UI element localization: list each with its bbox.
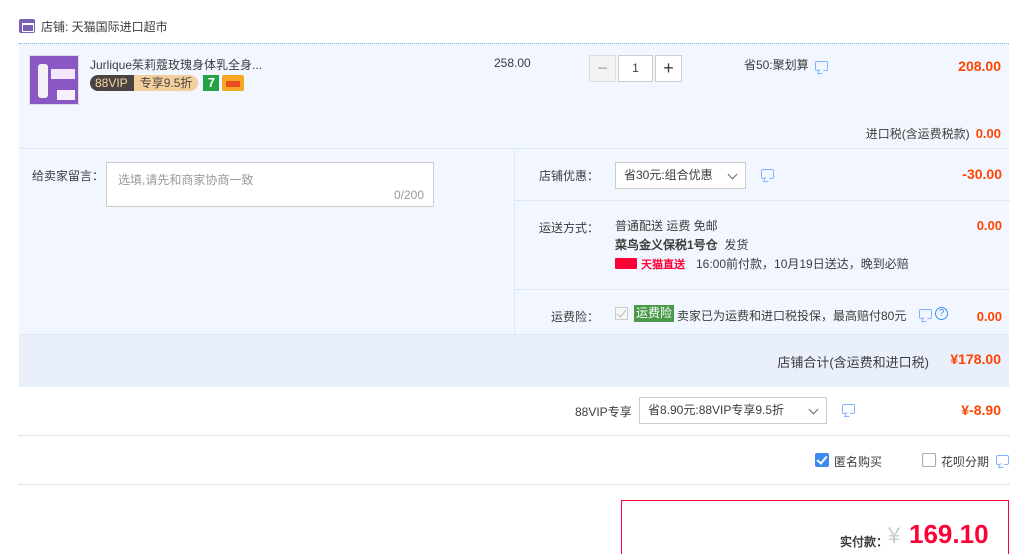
quantity-input[interactable]: 1 bbox=[618, 55, 653, 82]
delivery-promise-text: 16:00前付款，10月19日送达，晚到必赔 bbox=[696, 257, 909, 271]
insurance-checkbox bbox=[615, 307, 628, 320]
store-discount-select[interactable]: 省30元:组合优惠 bbox=[615, 162, 746, 189]
chat-icon[interactable] bbox=[842, 404, 855, 414]
seven-day-return-icon: 7 bbox=[203, 74, 220, 91]
payment-label: 实付款： bbox=[840, 535, 889, 549]
shipping-method: 普通配送 运费 免邮 bbox=[615, 219, 718, 233]
store-discount-label: 店铺优惠： bbox=[538, 169, 599, 183]
chat-icon[interactable] bbox=[996, 455, 1009, 465]
shop-total-row: 店铺合计(含运费和进口税) ¥178.00 bbox=[19, 334, 1009, 387]
order-options-panel: 店铺优惠： 省30元:组合优惠 -30.00 运送方式： 普通配送 运费 免邮 … bbox=[514, 148, 1010, 335]
shipping-row: 运送方式： 普通配送 运费 免邮 菜鸟金义保税1号仓 发货 天猫直送 16:00… bbox=[515, 201, 1010, 290]
import-tax-value: 0.00 bbox=[975, 126, 1001, 141]
message-panel: 给卖家留言： 选填,请先和商家协商一致 0/200 bbox=[19, 148, 514, 334]
product-thumbnail[interactable] bbox=[29, 55, 79, 105]
import-tax-label: 进口税(含运费税款) bbox=[865, 127, 970, 141]
huabei-label[interactable]: 花呗分期 bbox=[941, 453, 989, 470]
message-label: 给卖家留言： bbox=[32, 169, 105, 183]
insurance-tag: 运费险 bbox=[634, 305, 675, 322]
promo-text: 省50:聚划算 bbox=[744, 58, 809, 72]
message-placeholder: 选填,请先和商家协商一致 bbox=[118, 173, 254, 187]
shop-name[interactable]: 店铺: 天猫国际进口超市 bbox=[41, 18, 168, 35]
payment-currency: ¥ bbox=[888, 523, 901, 548]
shop-icon bbox=[19, 19, 35, 33]
vip-discount-select[interactable]: 省8.90元:88VIP专享9.5折 bbox=[639, 397, 827, 424]
shipping-amount: 0.00 bbox=[976, 218, 1002, 233]
purchase-options-row: 匿名购买 花呗分期 bbox=[19, 437, 1009, 485]
message-counter: 0/200 bbox=[393, 188, 424, 202]
import-tax-row: 进口税(含运费税款) 0.00 bbox=[866, 125, 1001, 142]
order-item-box: Jurlique茱莉蔻玫瑰身体乳全身... 88VIP 专享9.5折 7 258… bbox=[19, 43, 1010, 387]
product-badges: 88VIP 专享9.5折 7 bbox=[90, 74, 245, 91]
chat-icon[interactable] bbox=[919, 309, 932, 319]
delivery-promise: 天猫直送 16:00前付款，10月19日送达，晚到必赔 bbox=[615, 255, 909, 272]
shipping-warehouse: 菜鸟金义保税1号仓 发货 bbox=[615, 238, 749, 252]
payment-amount: 169.10 bbox=[909, 519, 989, 549]
quantity-decrease-button[interactable]: − bbox=[589, 55, 616, 82]
quantity-stepper: − 1 + bbox=[589, 55, 682, 82]
chat-icon[interactable] bbox=[814, 60, 828, 71]
insurance-text: 卖家已为运费和进口税投保，最高赔付80元 bbox=[677, 309, 907, 323]
shipping-label: 运送方式： bbox=[538, 221, 599, 235]
payment-summary: 实付款： ¥ 169.10 bbox=[621, 500, 1009, 554]
store-discount-amount: -30.00 bbox=[962, 166, 1002, 182]
vip-discount-amount: ¥-8.90 bbox=[961, 402, 1001, 418]
store-discount-row: 店铺优惠： 省30元:组合优惠 -30.00 bbox=[515, 149, 1010, 201]
insurance-amount: 0.00 bbox=[976, 309, 1002, 324]
quantity-increase-button[interactable]: + bbox=[655, 55, 682, 82]
unit-price: 258.00 bbox=[494, 56, 531, 70]
promo-info: 省50:聚划算 bbox=[744, 56, 828, 73]
anonymous-checkbox[interactable] bbox=[815, 453, 829, 467]
vip-discount-badge: 88VIP 专享9.5折 bbox=[90, 74, 199, 91]
card-icon bbox=[222, 74, 245, 91]
vip-discount-row: 88VIP专享 省8.90元:88VIP专享9.5折 ¥-8.90 bbox=[19, 386, 1009, 436]
vip-discount-label: 88VIP专享 bbox=[575, 405, 632, 419]
product-title[interactable]: Jurlique茱莉蔻玫瑰身体乳全身... bbox=[90, 56, 262, 73]
line-total: 208.00 bbox=[958, 58, 1001, 74]
tmall-icon bbox=[615, 258, 637, 269]
shop-total-label: 店铺合计(含运费和进口税) bbox=[777, 355, 929, 370]
help-icon[interactable]: ? bbox=[935, 307, 948, 320]
shop-total-value: ¥178.00 bbox=[950, 351, 1001, 367]
chevron-down-icon bbox=[727, 169, 738, 180]
chat-icon[interactable] bbox=[761, 169, 774, 179]
huabei-checkbox[interactable] bbox=[922, 453, 936, 467]
chevron-down-icon bbox=[808, 404, 819, 415]
insurance-label: 运费险： bbox=[550, 310, 599, 324]
shop-header: 店铺: 天猫国际进口超市 bbox=[19, 16, 168, 36]
anonymous-label[interactable]: 匿名购买 bbox=[834, 453, 882, 470]
message-input[interactable]: 选填,请先和商家协商一致 0/200 bbox=[106, 162, 434, 207]
tmall-direct-label: 天猫直送 bbox=[641, 258, 685, 271]
insurance-row: 运费险： 运费险 卖家已为运费和进口税投保，最高赔付80元 ? 0.00 bbox=[515, 290, 1010, 335]
